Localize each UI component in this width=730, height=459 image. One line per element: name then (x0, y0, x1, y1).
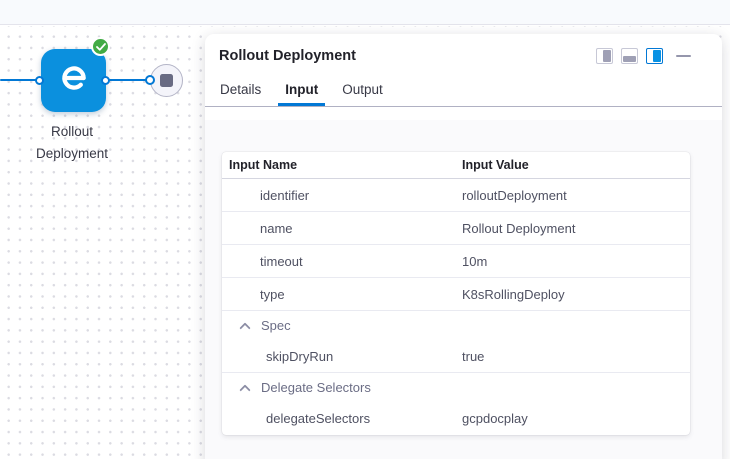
panel-title: Rollout Deployment (219, 48, 356, 64)
chevron-up-icon (239, 384, 250, 395)
table-row: identifier rolloutDeployment (222, 179, 690, 212)
group-label: Delegate Selectors (261, 380, 371, 395)
input-name: identifier (222, 188, 462, 203)
group-row-delegate-selectors[interactable]: Delegate Selectors (222, 373, 690, 402)
tab-input[interactable]: Input (278, 75, 325, 106)
input-value: 10m (462, 254, 487, 269)
dock-bottom-icon[interactable] (621, 48, 638, 64)
column-header-input-name: Input Name (229, 158, 462, 172)
input-name: skipDryRun (222, 349, 462, 364)
table-row: delegateSelectors gcpdocplay (222, 402, 690, 435)
end-node-port[interactable] (145, 75, 155, 85)
dock-right-icon[interactable] (596, 48, 613, 64)
input-value: rolloutDeployment (462, 188, 567, 203)
step-node-label: Rollout Deployment (22, 121, 122, 164)
table-row: name Rollout Deployment (222, 212, 690, 245)
input-name: type (222, 287, 462, 302)
panel-view-controls (596, 48, 692, 64)
canvas-top-strip (0, 0, 730, 25)
table-header-row: Input Name Input Value (222, 152, 690, 179)
step-node-rollout-deployment[interactable] (41, 49, 106, 112)
table-row: timeout 10m (222, 245, 690, 278)
input-name: name (222, 221, 462, 236)
stop-square-icon (160, 74, 173, 87)
input-name: timeout (222, 254, 462, 269)
step-success-check-icon (91, 37, 110, 56)
tab-details[interactable]: Details (213, 75, 268, 106)
column-header-input-value: Input Value (462, 158, 529, 172)
node-port-right[interactable] (101, 76, 110, 85)
input-value: true (462, 349, 484, 364)
panel-body: Input Name Input Value identifier rollou… (205, 120, 722, 459)
minimize-dash-icon (676, 55, 691, 58)
table-row: skipDryRun true (222, 340, 690, 373)
dock-right-active-icon[interactable] (646, 48, 663, 64)
node-port-left[interactable] (35, 76, 44, 85)
panel-tabs: Details Input Output (205, 75, 722, 107)
pipeline-studio: Rollout Deployment Rollout Deployment De… (0, 0, 730, 459)
group-label: Spec (261, 318, 291, 333)
input-table: Input Name Input Value identifier rollou… (222, 152, 690, 435)
step-details-panel: Rollout Deployment Details Input Output … (205, 34, 722, 459)
input-value: K8sRollingDeploy (462, 287, 565, 302)
minimize-button[interactable] (676, 48, 692, 64)
group-row-spec[interactable]: Spec (222, 311, 690, 340)
tab-output[interactable]: Output (335, 75, 390, 106)
input-name: delegateSelectors (222, 411, 462, 426)
edge-incoming (0, 79, 38, 82)
chevron-up-icon (239, 322, 250, 333)
table-row: type K8sRollingDeploy (222, 278, 690, 311)
input-value: gcpdocplay (462, 411, 528, 426)
input-value: Rollout Deployment (462, 221, 575, 236)
harness-step-icon (58, 62, 90, 99)
